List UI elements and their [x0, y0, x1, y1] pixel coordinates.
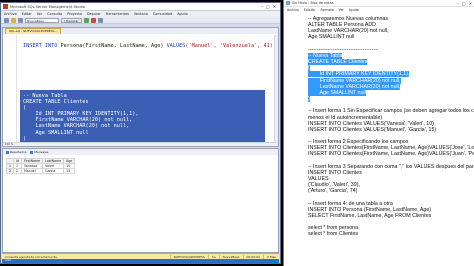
column-header[interactable]: FirstName [20, 158, 44, 164]
ssms-title-bar: Microsoft SQL Server Management Studio –… [1, 3, 280, 11]
notepad-window: Sin título - Bloc de notas – □ × Archivo… [283, 0, 474, 266]
code-line-insert: INSERT INTO Persona(FirstName, LastName,… [23, 43, 276, 50]
text-line: -- Insert forma 1 Sin Especificar campos… [308, 108, 474, 115]
minimize-icon[interactable]: – [261, 4, 263, 9]
results-tab-label: Mensajes [34, 150, 49, 154]
notepad-window-controls: – □ × [457, 1, 474, 6]
menu-item-ventana[interactable]: Ventana [134, 12, 148, 16]
debug-icon[interactable] [83, 17, 89, 23]
menu-item-consulta[interactable]: Consulta [47, 12, 62, 16]
ssms-window: Microsoft SQL Server Management Studio –… [0, 2, 281, 264]
minimize-icon[interactable]: – [457, 1, 459, 6]
close-icon[interactable]: × [273, 4, 276, 9]
results-tab-label: Resultados [10, 150, 27, 154]
document-tabs: SQL.sql - NUEVO\SQLEXPRESS... [3, 28, 278, 34]
menu-item-depurar[interactable]: Depurar [87, 12, 101, 16]
table-cell[interactable]: Garcia [42, 168, 65, 174]
code-keyword-insert: INSERT INTO [23, 43, 58, 49]
selected-text: CREATE TABLE Clientes [308, 59, 368, 66]
notepad-app-icon [286, 1, 290, 5]
maximize-icon[interactable]: □ [462, 1, 466, 6]
execute-button[interactable]: ! Ejecutar [61, 17, 82, 23]
menu-item-ayuda[interactable]: Ayuda [177, 12, 187, 16]
ssms-toolbar: NuevaBase ! Ejecutar [1, 17, 280, 24]
query-editor[interactable]: INSERT INTO Persona(FirstName, LastName,… [3, 35, 278, 146]
table-cell[interactable]: Manuel [20, 168, 44, 174]
parse-icon[interactable] [97, 17, 103, 23]
menu-item-ver[interactable]: Ver [37, 12, 43, 16]
results-tabs: Resultados Mensajes [3, 149, 278, 155]
status-server: NUEVO\SQLEXPRESS [169, 254, 208, 259]
selected-text: ) [308, 96, 310, 103]
ready-status: Listo [2, 259, 279, 263]
save-icon[interactable] [18, 17, 23, 23]
ssms-title: Microsoft SQL Server Management Studio [10, 4, 85, 9]
status-user: Sa [207, 254, 219, 259]
text-line: -- Insert forma 3 Separando con coma ","… [308, 163, 474, 170]
status-db: NuevaBase [218, 254, 243, 259]
stop-icon[interactable] [90, 17, 96, 23]
table-cell[interactable]: 2 [13, 168, 22, 174]
selected-text: Id INT PRIMARY KEY IDENTITY(1,1), [308, 71, 410, 78]
results-pane: Resultados Mensajes Id FirstName LastName Ag… [2, 148, 279, 253]
status-message: Consulta ejecutada correctamente. [5, 254, 58, 259]
code-table: Persona(FirstName, LastName, Age) [57, 43, 164, 49]
menu-item-formato[interactable]: Formato [320, 8, 333, 12]
selected-text: -- Nueva Tabla [308, 52, 343, 59]
grid-icon [6, 150, 9, 154]
selected-code-line: ) [23, 135, 27, 142]
notepad-title: Sin título - Bloc de notas [292, 1, 334, 5]
results-tab-mensajes[interactable]: Mensajes [30, 150, 48, 154]
text-line: INSERT INTO Clientes(FirstName, LastName… [308, 151, 474, 158]
notepad-text-area[interactable]: -- Agregaremos Nuevas columnas ALTER TABL… [308, 16, 474, 266]
selected-text: LastName VARCHAR(20) not null, [308, 83, 401, 90]
status-rows: 2 filas [263, 254, 279, 259]
new-query-icon[interactable] [4, 17, 9, 23]
selected-text: ( [308, 65, 310, 72]
code-keyword-values: VALUES [166, 43, 186, 49]
status-time: 00:00:00 [242, 254, 263, 259]
editor-scrollbar[interactable] [274, 35, 278, 146]
query-editor-pane: SQL.sql - NUEVO\SQLEXPRESS... INSERT INT… [2, 27, 279, 147]
menu-item-ayuda[interactable]: Ayuda [349, 8, 359, 12]
table-cell[interactable]: 2 [5, 168, 15, 174]
menu-item-proyecto[interactable]: Proyecto [67, 12, 82, 16]
results-tab-resultados[interactable]: Resultados [6, 150, 26, 154]
table-row[interactable]: 2 2 Manuel Garcia 15 [5, 168, 76, 174]
selected-text: FirstName VARCHAR(20) not null, [308, 77, 401, 84]
menu-item-comunidad[interactable]: Comunidad [153, 12, 172, 16]
column-header[interactable]: LastName [42, 158, 65, 164]
ssms-app-icon [3, 4, 8, 9]
selected-code: -- Nueva Tabla CREATE TABLE Clientes( Id … [23, 93, 139, 142]
text-line: select * from Clientes [308, 231, 359, 238]
menu-item-ver[interactable]: Ver [339, 8, 344, 12]
selected-text: Age SMALLINT null [308, 89, 366, 96]
menu-item-archivo[interactable]: Archivo [287, 8, 299, 12]
maximize-icon[interactable]: □ [266, 4, 270, 9]
menu-item-herramientas[interactable]: Herramientas [106, 12, 129, 16]
table-cell[interactable]: 15 [63, 168, 76, 174]
desktop: Microsoft SQL Server Management Studio –… [0, 0, 474, 266]
results-grid[interactable]: Id FirstName LastName Age 1 1 Vanessa Valeri 10 2… [5, 158, 76, 174]
grid-icon [30, 150, 34, 154]
menu-item-edición[interactable]: Edición [304, 8, 316, 12]
selected-code-line: LastName VARCHAR(20) not null, [23, 123, 130, 130]
close-icon[interactable]: × [469, 1, 472, 6]
database-select[interactable]: NuevaBase [25, 17, 59, 23]
menu-item-editar[interactable]: Editar [22, 12, 32, 16]
query-tab[interactable]: SQL.sql - NUEVO\SQLEXPRESS... [5, 28, 62, 34]
menu-item-archivo[interactable]: Archivo [4, 12, 17, 16]
code-values: ('Manuel', 'Valenzuela', 41) [185, 43, 273, 49]
ssms-window-controls: – □ × [261, 4, 278, 9]
editor-gutter [3, 35, 17, 146]
open-file-icon[interactable] [11, 17, 16, 23]
notepad-menu-bar: Archivo Edición Formato Ver Ayuda [284, 7, 474, 13]
notepad-title-bar: Sin título - Bloc de notas – □ × [284, 0, 474, 7]
zoom-level[interactable]: 100 % [3, 142, 278, 146]
